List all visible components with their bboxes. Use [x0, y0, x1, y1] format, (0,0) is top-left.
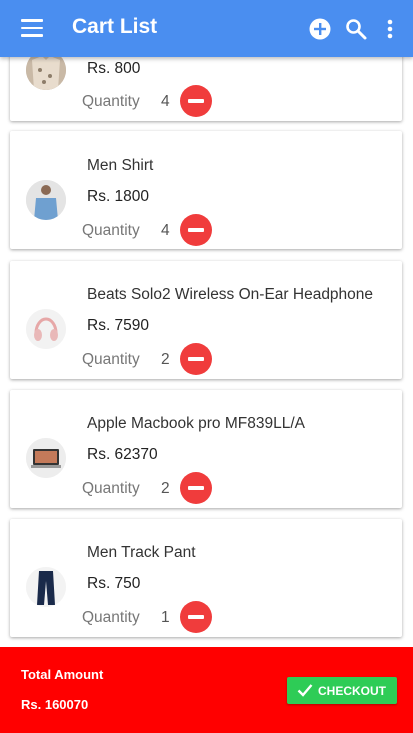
search-icon[interactable]: [344, 17, 368, 41]
cart-item-card[interactable]: Apple Macbook pro MF839LL/A Rs. 62370 Qu…: [10, 390, 402, 508]
more-vert-icon[interactable]: [383, 17, 397, 41]
product-price: Rs. 750: [87, 575, 141, 592]
quantity-label: Quantity: [82, 609, 140, 626]
cart-item-card[interactable]: Men Shirt Rs. 1800 Quantity 4: [10, 131, 402, 249]
product-price: Rs. 7590: [87, 317, 150, 334]
remove-item-button[interactable]: [180, 85, 212, 117]
quantity-value: 1: [161, 609, 170, 626]
quantity-label: Quantity: [82, 480, 140, 497]
product-name: Apple Macbook pro MF839LL/A: [87, 415, 305, 432]
quantity-value: 2: [161, 480, 170, 497]
product-thumbnail: [26, 438, 66, 478]
quantity-label: Quantity: [82, 351, 140, 368]
quantity-value: 4: [161, 222, 170, 239]
product-name: Beats Solo2 Wireless On-Ear Headphone: [87, 286, 374, 303]
remove-item-button[interactable]: [180, 214, 212, 246]
total-amount-label: Total Amount: [21, 667, 104, 682]
product-name: Men Track Pant: [87, 544, 196, 561]
product-thumbnail: [26, 180, 66, 220]
app-bar: Cart List: [0, 0, 413, 57]
product-name: Men Shirt: [87, 157, 154, 174]
quantity-label: Quantity: [82, 222, 140, 239]
cart-item-card[interactable]: Beats Solo2 Wireless On-Ear Headphone Rs…: [10, 261, 402, 379]
menu-icon[interactable]: [21, 19, 43, 37]
checkout-label: CHECKOUT: [318, 684, 386, 698]
remove-item-button[interactable]: [180, 601, 212, 633]
product-price: Rs. 800: [87, 60, 141, 77]
total-amount-value: Rs. 160070: [21, 697, 89, 712]
page-title: Cart List: [72, 15, 158, 38]
cart-item-card[interactable]: Men Track Pant Rs. 750 Quantity 1: [10, 519, 402, 637]
quantity-value: 4: [161, 93, 170, 110]
checkout-button[interactable]: CHECKOUT: [287, 677, 397, 704]
product-thumbnail: [26, 309, 66, 349]
cart-list: Rs. 800 Quantity 4 Men Shirt Rs. 1800 Qu…: [0, 0, 413, 733]
quantity-value: 2: [161, 351, 170, 368]
product-price: Rs. 62370: [87, 446, 158, 463]
remove-item-button[interactable]: [180, 343, 212, 375]
check-icon: [297, 684, 313, 697]
total-footer: Total Amount Rs. 160070 CHECKOUT: [0, 647, 413, 733]
add-circle-icon[interactable]: [309, 18, 331, 40]
remove-item-button[interactable]: [180, 472, 212, 504]
product-price: Rs. 1800: [87, 188, 150, 205]
product-thumbnail: [26, 567, 66, 607]
quantity-label: Quantity: [82, 93, 140, 110]
